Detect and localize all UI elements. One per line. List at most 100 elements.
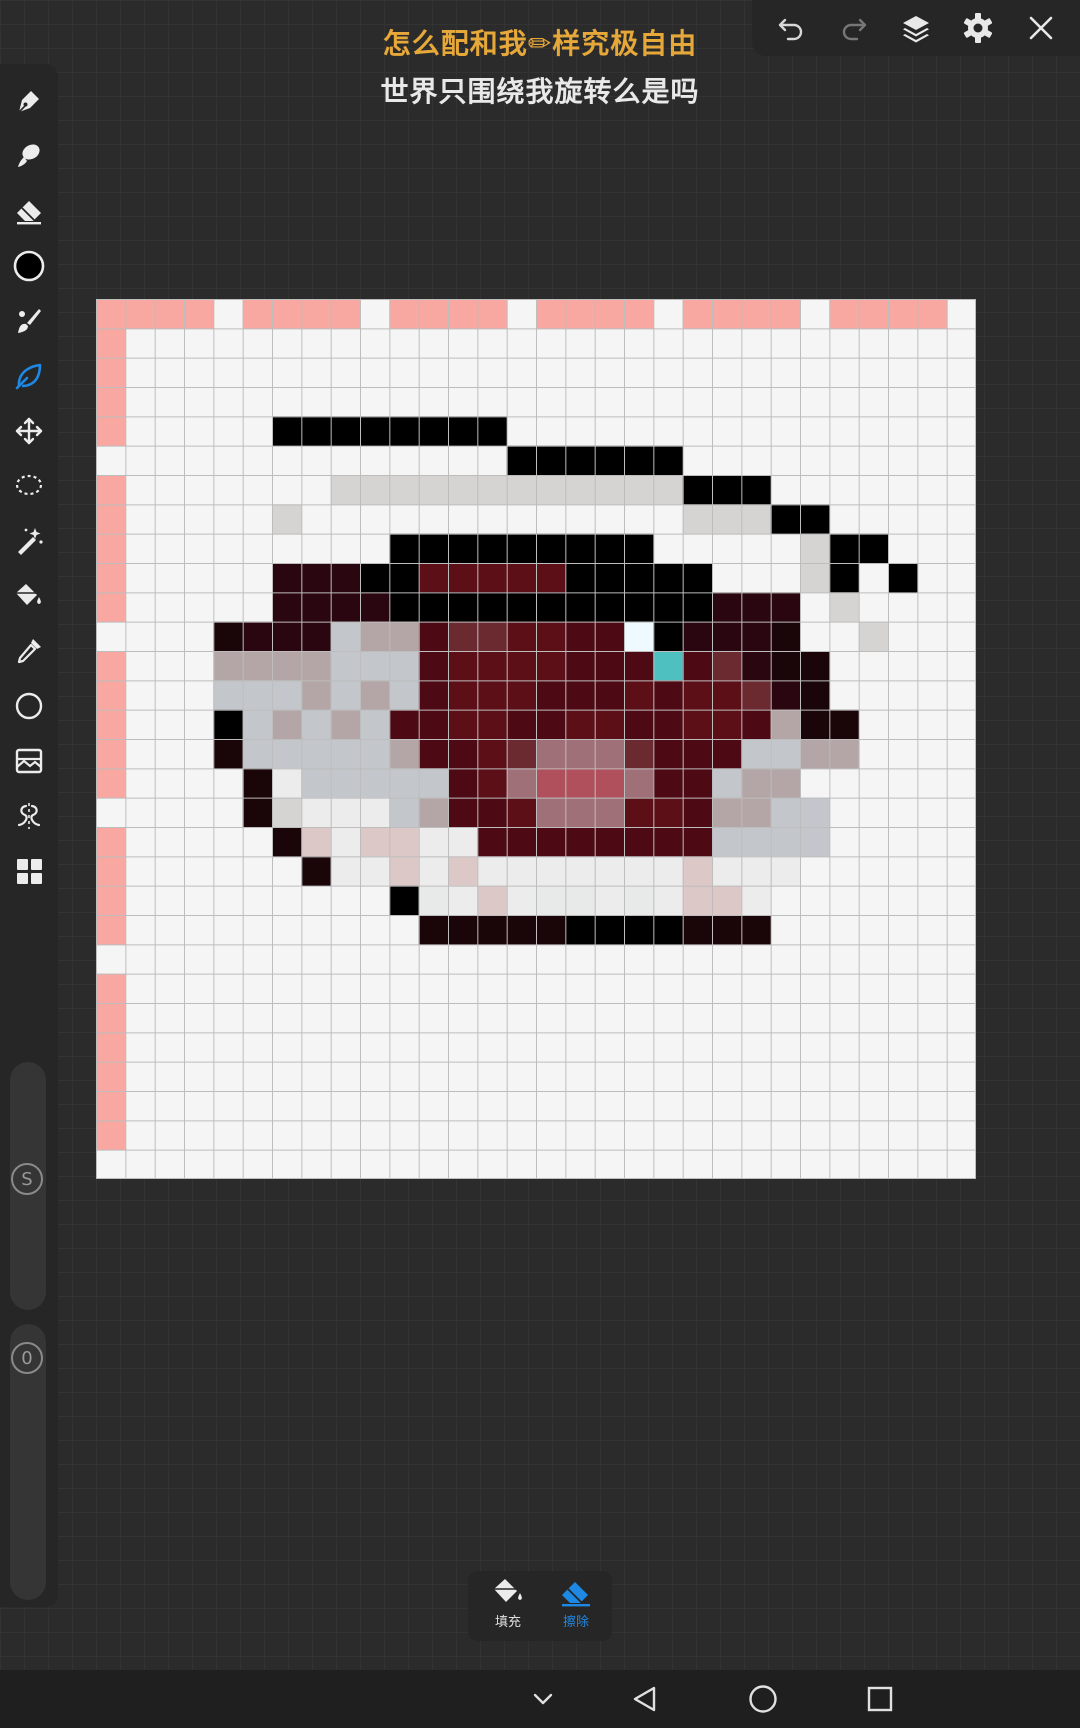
pixel: [653, 915, 684, 945]
pixel: [360, 592, 390, 623]
pixel: [624, 533, 654, 564]
pixel: [800, 739, 830, 769]
pixel: [506, 621, 537, 652]
pixel: [594, 768, 625, 799]
move-icon[interactable]: [5, 407, 53, 455]
pixel: [272, 680, 302, 711]
pixel: [418, 739, 449, 769]
pixel: [448, 827, 478, 857]
brush-size-knob[interactable]: S: [11, 1163, 43, 1195]
home-circle-icon[interactable]: [740, 1676, 786, 1722]
pixel: [653, 885, 684, 916]
fill-button[interactable]: 填充: [476, 1575, 540, 1637]
magic-wand-icon[interactable]: [5, 517, 53, 565]
pen-icon[interactable]: [5, 77, 53, 125]
pixel: [360, 739, 390, 769]
pixel: [330, 739, 361, 769]
pixel: [448, 651, 478, 681]
pixel: [389, 680, 420, 711]
grid-apps-icon[interactable]: [5, 847, 53, 895]
pixel: [330, 592, 361, 623]
pixel-grid[interactable]: [96, 299, 976, 1179]
eraser-icon[interactable]: [5, 187, 53, 235]
pixel: [712, 475, 742, 505]
pixel: [565, 299, 596, 329]
pixel: [829, 709, 860, 740]
pixel: [477, 709, 508, 740]
smudge-icon[interactable]: [5, 132, 53, 180]
pixel: [213, 739, 244, 769]
pixel: [330, 856, 361, 887]
pixel: [448, 475, 478, 505]
color-circle-icon[interactable]: [5, 242, 53, 290]
pixel: [653, 680, 684, 711]
pixel: [770, 797, 801, 828]
pixel: [536, 592, 566, 623]
pixel: [624, 856, 654, 887]
pixel: [829, 533, 860, 564]
opacity-knob[interactable]: 0: [11, 1342, 43, 1374]
pixel: [418, 416, 449, 447]
close-icon[interactable]: [1019, 6, 1063, 50]
pixel: [741, 299, 772, 329]
pixel: [389, 563, 420, 593]
pixel: [389, 797, 420, 828]
pixel: [242, 768, 273, 799]
pixel: [477, 592, 508, 623]
pixel: [330, 827, 361, 857]
pixel: [712, 299, 742, 329]
pixel: [330, 797, 361, 828]
pixel: [389, 739, 420, 769]
pixel: [594, 299, 625, 329]
brush-icon[interactable]: [5, 297, 53, 345]
left-toolbar: S 0: [0, 64, 58, 1607]
pixel: [96, 592, 126, 623]
pixel: [389, 768, 420, 799]
chevron-down-icon[interactable]: [520, 1676, 566, 1722]
layers-icon[interactable]: [894, 6, 938, 50]
leaf-brush-icon[interactable]: [5, 352, 53, 400]
settings-gear-icon[interactable]: [956, 6, 1000, 50]
pixel: [594, 621, 625, 652]
pixel: [506, 709, 537, 740]
lasso-icon[interactable]: [5, 462, 53, 510]
circle-shape-icon[interactable]: [5, 682, 53, 730]
eyedropper-icon[interactable]: [5, 627, 53, 675]
recents-square-icon[interactable]: [857, 1676, 903, 1722]
pixel: [96, 885, 126, 916]
pixel: [712, 592, 742, 623]
pixel: [448, 797, 478, 828]
back-triangle-icon[interactable]: [622, 1676, 668, 1722]
pixel: [565, 915, 596, 945]
symmetry-icon[interactable]: [5, 792, 53, 840]
pixel: [594, 563, 625, 593]
pixel: [770, 768, 801, 799]
pixel: [741, 827, 772, 857]
pixel: [653, 709, 684, 740]
pixel: [565, 680, 596, 711]
pixel: [418, 475, 449, 505]
pixel: [536, 651, 566, 681]
redo-icon[interactable]: [832, 6, 876, 50]
undo-icon[interactable]: [769, 6, 813, 50]
pixel: [800, 651, 830, 681]
pixel: [829, 563, 860, 593]
pixel: [741, 504, 772, 535]
pixel: [448, 592, 478, 623]
pixel: [682, 475, 713, 505]
pixel: [741, 680, 772, 711]
pixel: [712, 680, 742, 711]
pixel: [800, 563, 830, 593]
pixel: [741, 621, 772, 652]
pixel-canvas[interactable]: [96, 299, 976, 1179]
pixel: [360, 709, 390, 740]
pixel: [770, 651, 801, 681]
pixel: [448, 768, 478, 799]
erase-button[interactable]: 擦除: [544, 1575, 608, 1637]
pixel: [389, 856, 420, 887]
image-adjust-icon[interactable]: [5, 737, 53, 785]
pixel: [682, 797, 713, 828]
pixel: [682, 563, 713, 593]
fill-bucket-icon[interactable]: [5, 572, 53, 620]
pixel: [448, 739, 478, 769]
